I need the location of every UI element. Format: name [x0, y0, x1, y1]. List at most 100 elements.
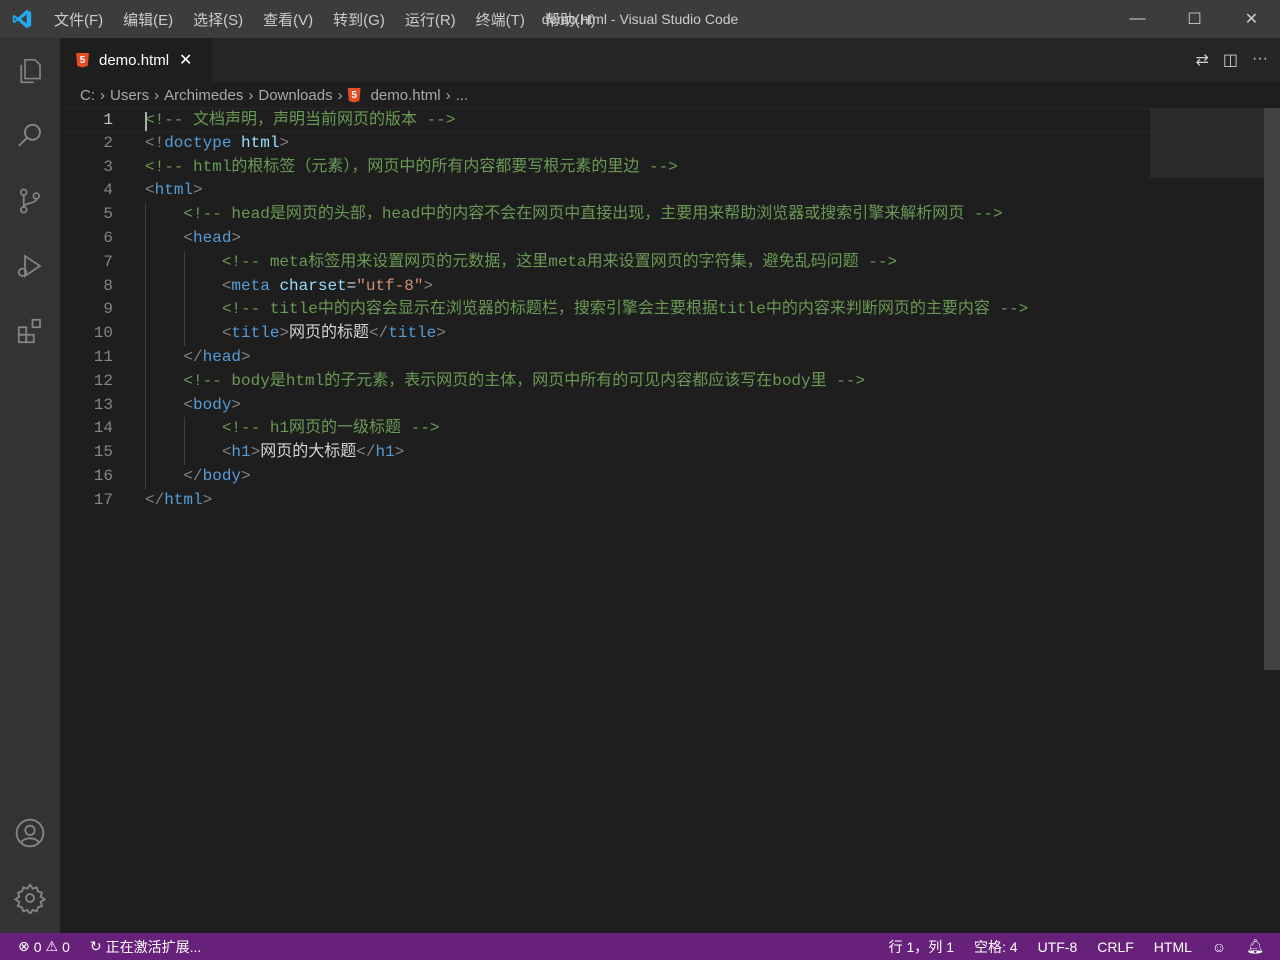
- breadcrumb-item[interactable]: C:: [80, 87, 95, 104]
- token-punct: >: [231, 396, 241, 414]
- token-comment: <!-- 文档声明，声明当前网页的版本 -->: [145, 111, 455, 129]
- line-code: <!-- meta标签用来设置网页的元数据，这里meta用来设置网页的字符集，避…: [145, 251, 897, 275]
- menu-2[interactable]: 选择(S): [183, 9, 253, 30]
- indentation[interactable]: 空格: 4: [964, 937, 1028, 957]
- token-text: [231, 134, 241, 152]
- token-text: 网页的大标题: [260, 443, 356, 461]
- close-tab-icon[interactable]: ✕: [179, 50, 192, 70]
- token-punct: >: [279, 324, 289, 342]
- tab-demo-html[interactable]: 5 demo.html ✕: [60, 38, 212, 82]
- code-line[interactable]: 2<!doctype html>: [60, 132, 1264, 156]
- language-mode[interactable]: HTML: [1144, 939, 1202, 955]
- line-number: 1: [60, 109, 113, 133]
- code-line[interactable]: 4<html>: [60, 179, 1264, 203]
- token-text: 网页的标题: [289, 324, 369, 342]
- menu-0[interactable]: 文件(F): [44, 9, 113, 30]
- token-tag: title: [231, 324, 279, 342]
- code-line[interactable]: 11 </head>: [60, 346, 1264, 370]
- code-line[interactable]: 1 <!-- 文档声明，声明当前网页的版本 -->: [60, 108, 1264, 132]
- cursor-position[interactable]: 行 1，列 1: [879, 937, 964, 957]
- code-line[interactable]: 12 <!-- body是html的子元素，表示网页的主体，网页中所有的可见内容…: [60, 370, 1264, 394]
- settings-gear-icon[interactable]: [0, 865, 60, 930]
- close-window-button[interactable]: ✕: [1223, 0, 1280, 38]
- breadcrumb-item[interactable]: ...: [456, 87, 469, 104]
- menu-5[interactable]: 运行(R): [395, 9, 466, 30]
- token-tag: body: [193, 396, 231, 414]
- token-punct: </: [183, 467, 202, 485]
- token-comment: <!-- title中的内容会显示在浏览器的标题栏，搜索引擎会主要根据title…: [222, 300, 1028, 318]
- extensions-icon[interactable]: [0, 298, 60, 363]
- line-number: 17: [60, 489, 113, 513]
- problems-indicator[interactable]: ⊗0 ⚠0: [0, 938, 80, 955]
- vertical-scrollbar[interactable]: [1264, 108, 1280, 670]
- line-number: 5: [60, 203, 113, 227]
- token-tag: head: [203, 348, 241, 366]
- split-editor-icon[interactable]: ◫: [1223, 50, 1238, 70]
- explorer-icon[interactable]: [0, 38, 60, 103]
- code-line[interactable]: 9 <!-- title中的内容会显示在浏览器的标题栏，搜索引擎会主要根据tit…: [60, 298, 1264, 322]
- activity-bar: [0, 38, 60, 933]
- menu-4[interactable]: 转到(G): [323, 9, 395, 30]
- breadcrumb-item[interactable]: Downloads: [258, 87, 332, 104]
- token-tag: h1: [231, 443, 250, 461]
- encoding[interactable]: UTF-8: [1028, 939, 1088, 955]
- token-text: [145, 205, 183, 223]
- menu-7[interactable]: 帮助(H): [535, 9, 606, 30]
- title-bar: 文件(F)编辑(E)选择(S)查看(V)转到(G)运行(R)终端(T)帮助(H)…: [0, 0, 1280, 38]
- code-line[interactable]: 8 <meta charset="utf-8">: [60, 275, 1264, 299]
- line-code: <!-- body是html的子元素，表示网页的主体，网页中所有的可见内容都应该…: [145, 370, 865, 394]
- menu-6[interactable]: 终端(T): [466, 9, 535, 30]
- token-punct: >: [203, 491, 213, 509]
- end-of-line[interactable]: CRLF: [1087, 939, 1144, 955]
- line-code: <!doctype html>: [145, 132, 289, 156]
- token-punct: <!: [145, 134, 164, 152]
- html5-file-icon: 5: [76, 53, 89, 68]
- code-line[interactable]: 6 <head>: [60, 227, 1264, 251]
- accounts-icon[interactable]: [0, 800, 60, 865]
- code-line[interactable]: 10 <title>网页的标题</title>: [60, 322, 1264, 346]
- line-number: 7: [60, 251, 113, 275]
- maximize-button[interactable]: ☐: [1166, 0, 1223, 38]
- indent-guide: [145, 203, 146, 489]
- menu-3[interactable]: 查看(V): [253, 9, 323, 30]
- activation-status[interactable]: ↻正在激活扩展...: [80, 937, 211, 957]
- line-number: 9: [60, 298, 113, 322]
- source-control-icon[interactable]: [0, 168, 60, 233]
- code-line[interactable]: 15 <h1>网页的大标题</h1>: [60, 441, 1264, 465]
- token-tag: title: [388, 324, 436, 342]
- line-number: 12: [60, 370, 113, 394]
- more-actions-icon[interactable]: ···: [1252, 50, 1268, 70]
- run-debug-icon[interactable]: [0, 233, 60, 298]
- html5-file-icon: 5: [348, 88, 361, 103]
- breadcrumb-item[interactable]: Users: [110, 87, 149, 104]
- token-punct: <: [222, 443, 232, 461]
- line-code: <title>网页的标题</title>: [145, 322, 446, 346]
- line-number: 16: [60, 465, 113, 489]
- warning-count: 0: [62, 939, 70, 955]
- code-line[interactable]: 14 <!-- h1网页的一级标题 -->: [60, 417, 1264, 441]
- menu-1[interactable]: 编辑(E): [113, 9, 183, 30]
- token-tag: h1: [375, 443, 394, 461]
- chevron-right-icon: ›: [248, 87, 253, 104]
- code-line[interactable]: 3<!-- html的根标签（元素），网页中的所有内容都要写根元素的里边 -->: [60, 156, 1264, 180]
- token-punct: >: [251, 443, 261, 461]
- code-line[interactable]: 13 <body>: [60, 394, 1264, 418]
- code-line[interactable]: 16 </body>: [60, 465, 1264, 489]
- breadcrumb-item[interactable]: demo.html: [371, 87, 441, 104]
- breadcrumb-item[interactable]: Archimedes: [164, 87, 243, 104]
- error-count: 0: [34, 939, 42, 955]
- code-line[interactable]: 5 <!-- head是网页的头部，head中的内容不会在网页中直接出现，主要用…: [60, 203, 1264, 227]
- feedback-icon[interactable]: ☺: [1202, 939, 1236, 955]
- code-line[interactable]: 17</html>: [60, 489, 1264, 513]
- token-punct: >: [423, 277, 433, 295]
- tab-bar: 5 demo.html ✕ ⇄ ◫ ···: [60, 38, 1280, 82]
- token-comment: <!-- html的根标签（元素），网页中的所有内容都要写根元素的里边 -->: [145, 158, 678, 176]
- code-line[interactable]: 7 <!-- meta标签用来设置网页的元数据，这里meta用来设置网页的字符集…: [60, 251, 1264, 275]
- open-changes-icon[interactable]: ⇄: [1195, 50, 1208, 70]
- code-editor[interactable]: 1 <!-- 文档声明，声明当前网页的版本 --> 2<!doctype html>…: [60, 108, 1264, 933]
- search-icon[interactable]: [0, 103, 60, 168]
- minimize-button[interactable]: —: [1109, 0, 1166, 38]
- notifications-bell-icon[interactable]: 🔔︎: [1236, 938, 1280, 955]
- token-punct: <: [222, 277, 232, 295]
- minimap[interactable]: [1150, 108, 1264, 178]
